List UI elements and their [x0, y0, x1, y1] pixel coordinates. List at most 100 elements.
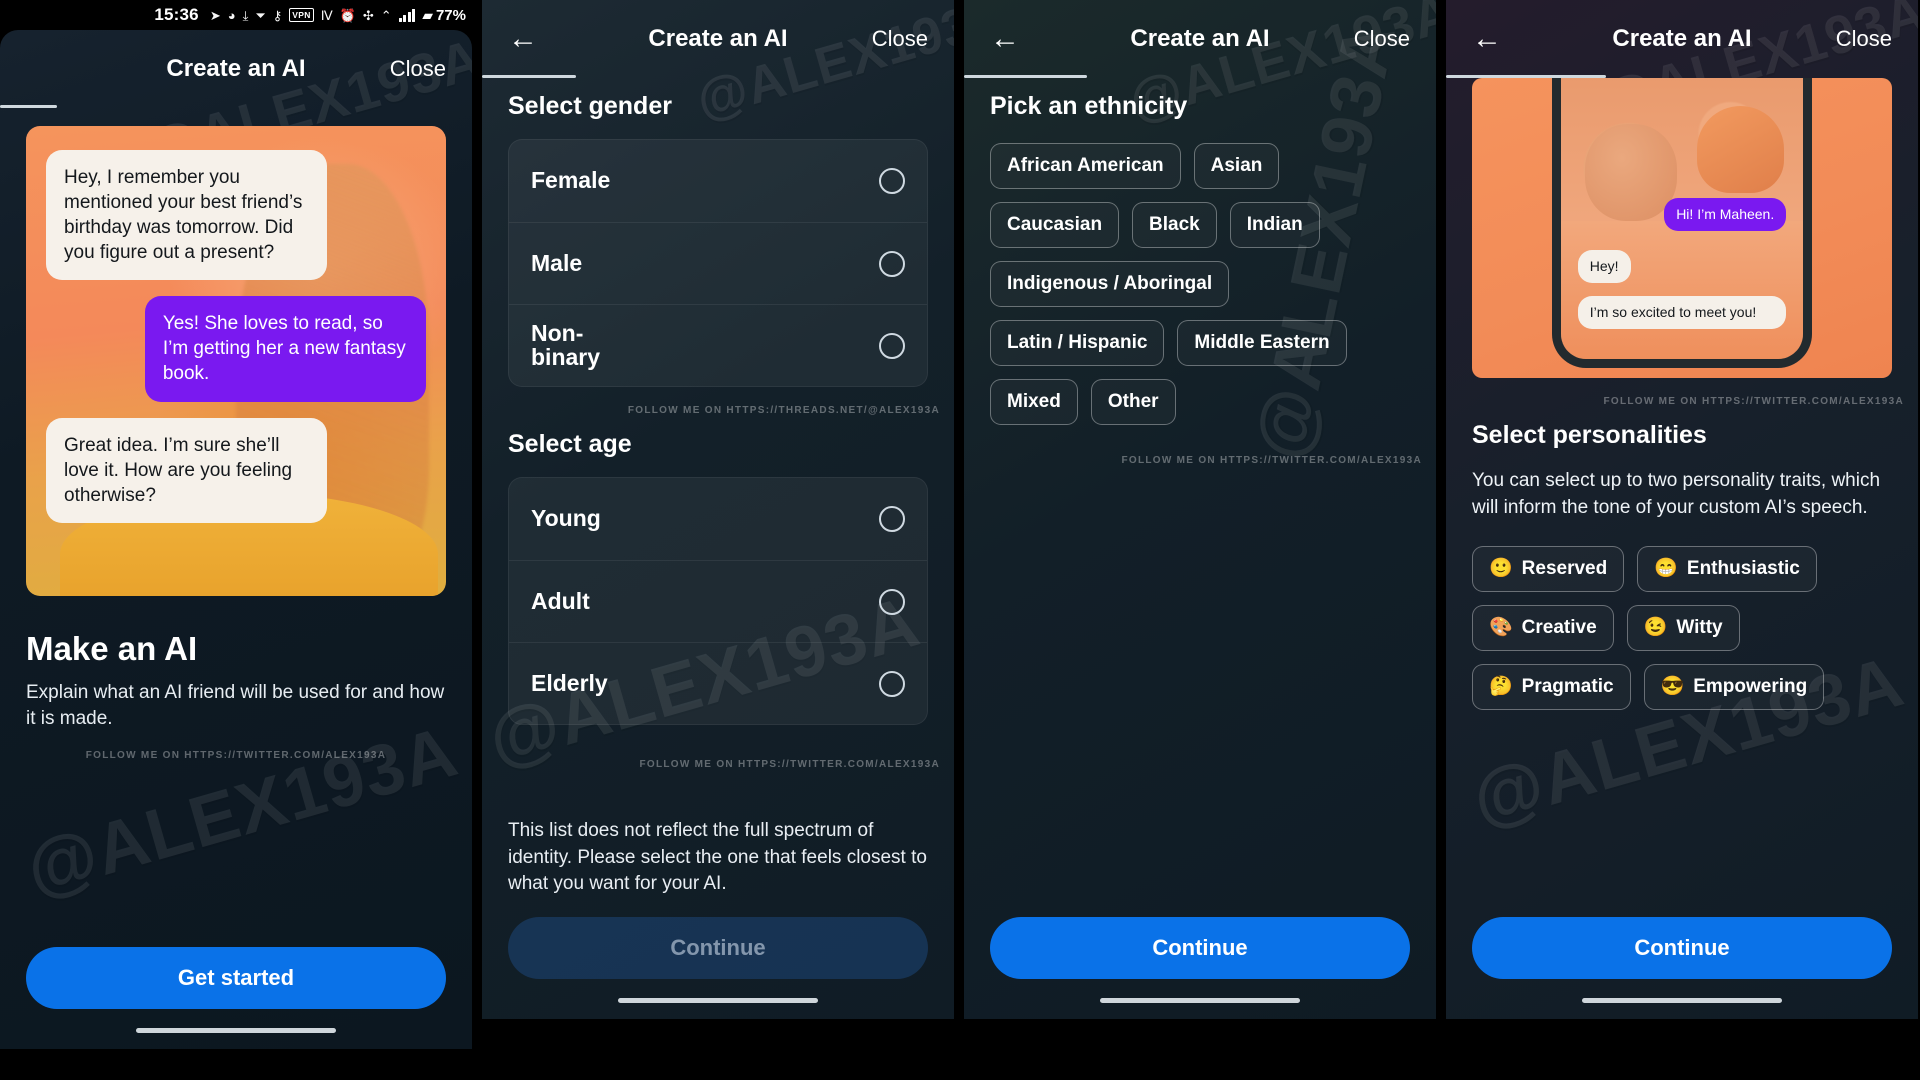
- grinning-face-icon: 😁: [1654, 558, 1678, 580]
- option-label: Male: [531, 249, 583, 276]
- radio-button[interactable]: [879, 588, 905, 615]
- chip-label: Empowering: [1693, 675, 1808, 697]
- winking-face-icon: 😉: [1643, 617, 1668, 639]
- section-title-gender: Select gender: [508, 92, 672, 120]
- battery-percent-label: 77%: [435, 6, 466, 24]
- gender-option-nonbinary[interactable]: Non-binary: [509, 304, 927, 386]
- ethnicity-chip-group: African American Asian Caucasian Black I…: [964, 129, 1436, 425]
- bluetooth-icon: ✣: [362, 7, 374, 23]
- chip-asian[interactable]: Asian: [1193, 143, 1280, 189]
- screenshot-stage: 15:36 ➤ ◕ ⤓ ⏷ ⚷ VPN Ⅳ ⏰ ✣ ⌃ ▰ 77% @ALEX1…: [0, 0, 1920, 1080]
- follow-watermark-line: FOLLOW ME ON HTTPS://TWITTER.COM/ALEX193…: [85, 750, 387, 762]
- continue-button[interactable]: Continue: [508, 917, 928, 979]
- close-button[interactable]: Close: [1354, 26, 1410, 52]
- progress-track: [0, 105, 472, 108]
- topbar-ethnicity: ← Create an AI Close: [964, 0, 1436, 78]
- progress-track: [964, 75, 1436, 78]
- chip-enthusiastic[interactable]: 😁 Enthusiastic: [1637, 545, 1817, 592]
- section-title-ethnicity: Pick an ethnicity: [990, 92, 1188, 120]
- mock-bubble-incoming: Hey!: [1577, 249, 1631, 283]
- chip-black[interactable]: Black: [1132, 202, 1217, 248]
- chip-label: Enthusiastic: [1686, 557, 1800, 579]
- close-button[interactable]: Close: [872, 26, 928, 52]
- phone-frame: Hi! I’m Maheen. Hey! I’m so excited to m…: [1551, 78, 1813, 368]
- personality-chip-group: 🙂 Reserved 😁 Enthusiastic 🎨 Creative 😉 W…: [1446, 522, 1918, 710]
- topbar-gender: ← Create an AI Close: [482, 0, 954, 78]
- usb-icon: ⚷: [272, 7, 283, 23]
- chip-mixed[interactable]: Mixed: [990, 379, 1078, 425]
- download-icon: ⤓: [242, 7, 249, 23]
- location-icon: ⏷: [255, 7, 266, 23]
- mock-floor: [1560, 221, 1804, 359]
- chip-reserved[interactable]: 🙂 Reserved: [1472, 545, 1625, 592]
- option-label: Non-binary: [531, 319, 601, 370]
- alarm-icon: ⏰: [339, 7, 356, 23]
- progress-fill: [964, 75, 1087, 78]
- radio-button[interactable]: [879, 168, 905, 194]
- chip-other[interactable]: Other: [1090, 379, 1176, 425]
- option-label: Female: [531, 167, 611, 194]
- panel-gender-age: @ALEX193A @ALEX193A ← Create an AI Close…: [482, 0, 954, 1019]
- cta-container: Continue: [482, 917, 954, 1019]
- gender-option-female[interactable]: Female: [509, 140, 927, 222]
- option-label: Adult: [531, 587, 590, 614]
- chip-caucasian[interactable]: Caucasian: [990, 202, 1120, 248]
- mock-bubble-incoming: I’m so excited to meet you!: [1577, 295, 1787, 329]
- arrow-left-icon[interactable]: ←: [508, 24, 548, 54]
- arrow-left-icon[interactable]: ←: [1472, 24, 1512, 54]
- chip-witty[interactable]: 😉 Witty: [1626, 604, 1740, 651]
- close-button[interactable]: Close: [1836, 26, 1892, 52]
- radio-button[interactable]: [879, 332, 905, 359]
- smiling-face-with-sunglasses-icon: 😎: [1660, 676, 1685, 698]
- radio-button[interactable]: [879, 506, 905, 532]
- progress-track: [482, 75, 954, 78]
- cta-container: Continue: [1446, 917, 1918, 1019]
- gender-option-list: Female Male Non-binary: [508, 139, 928, 387]
- chat-bubble-incoming: Hey, I remember you mentioned your best …: [46, 150, 328, 281]
- gender-option-male[interactable]: Male: [509, 222, 927, 304]
- hero-chat-bubbles: Hey, I remember you mentioned your best …: [26, 126, 446, 596]
- chip-middle-eastern[interactable]: Middle Eastern: [1177, 320, 1347, 366]
- cta-container: Continue: [964, 917, 1436, 1019]
- chip-label: Creative: [1521, 616, 1597, 638]
- follow-watermark-line: FOLLOW ME ON HTTPS://TWITTER.COM/ALEX193…: [1603, 396, 1904, 407]
- chip-label: Reserved: [1521, 557, 1608, 579]
- section-title-personalities: Select personalities: [1472, 421, 1707, 449]
- battery-indicator: ▰ 77%: [422, 7, 466, 24]
- chip-empowering[interactable]: 😎 Empowering: [1643, 663, 1825, 710]
- slightly-smiling-face-icon: 🙂: [1489, 558, 1513, 580]
- radio-button[interactable]: [879, 250, 905, 277]
- panel-intro: @ALEX193A @ALEX193A Create an AI Close H…: [0, 30, 472, 1049]
- continue-button[interactable]: Continue: [1472, 917, 1892, 979]
- chip-creative[interactable]: 🎨 Creative: [1472, 604, 1614, 651]
- chip-african-american[interactable]: African American: [990, 143, 1181, 189]
- chip-indigenous-aboriginal[interactable]: Indigenous / Aboringal: [990, 261, 1230, 307]
- get-started-button[interactable]: Get started: [26, 947, 446, 1009]
- chip-indian[interactable]: Indian: [1229, 202, 1320, 248]
- vpn-badge-icon: VPN: [289, 8, 314, 22]
- topbar-personalities: ← Create an AI Close: [1446, 0, 1918, 78]
- chip-pragmatic[interactable]: 🤔 Pragmatic: [1472, 663, 1631, 710]
- status-clock: 15:36: [154, 5, 199, 24]
- radio-button[interactable]: [879, 670, 905, 697]
- follow-watermark-line: FOLLOW ME ON HTTPS://TWITTER.COM/ALEX193…: [1121, 455, 1422, 466]
- age-option-elderly[interactable]: Elderly: [509, 642, 927, 724]
- mock-cat-chair: [1696, 106, 1784, 193]
- battery-icon: ▰: [422, 6, 433, 23]
- signal-bars-icon: [398, 8, 416, 22]
- make-an-ai-subtitle: Explain what an AI friend will be used f…: [26, 682, 445, 730]
- nfc-icon: Ⅳ: [320, 7, 333, 23]
- chip-latin-hispanic[interactable]: Latin / Hispanic: [990, 320, 1165, 366]
- telegram-icon: ➤: [209, 7, 221, 23]
- close-button[interactable]: Close: [390, 56, 446, 82]
- make-an-ai-title: Make an AI: [26, 630, 198, 667]
- arrow-left-icon[interactable]: ←: [990, 24, 1030, 54]
- continue-button[interactable]: Continue: [990, 917, 1410, 979]
- personalities-description: You can select up to two personality tra…: [1472, 470, 1881, 518]
- progress-fill: [482, 75, 577, 78]
- chat-bubble-outgoing: Yes! She loves to read, so I’m getting h…: [144, 296, 426, 402]
- age-option-young[interactable]: Young: [509, 478, 927, 560]
- chip-label: Pragmatic: [1521, 675, 1614, 697]
- chat-bubble-incoming: Great idea. I’m sure she’ll love it. How…: [46, 417, 328, 523]
- age-option-adult[interactable]: Adult: [509, 560, 927, 642]
